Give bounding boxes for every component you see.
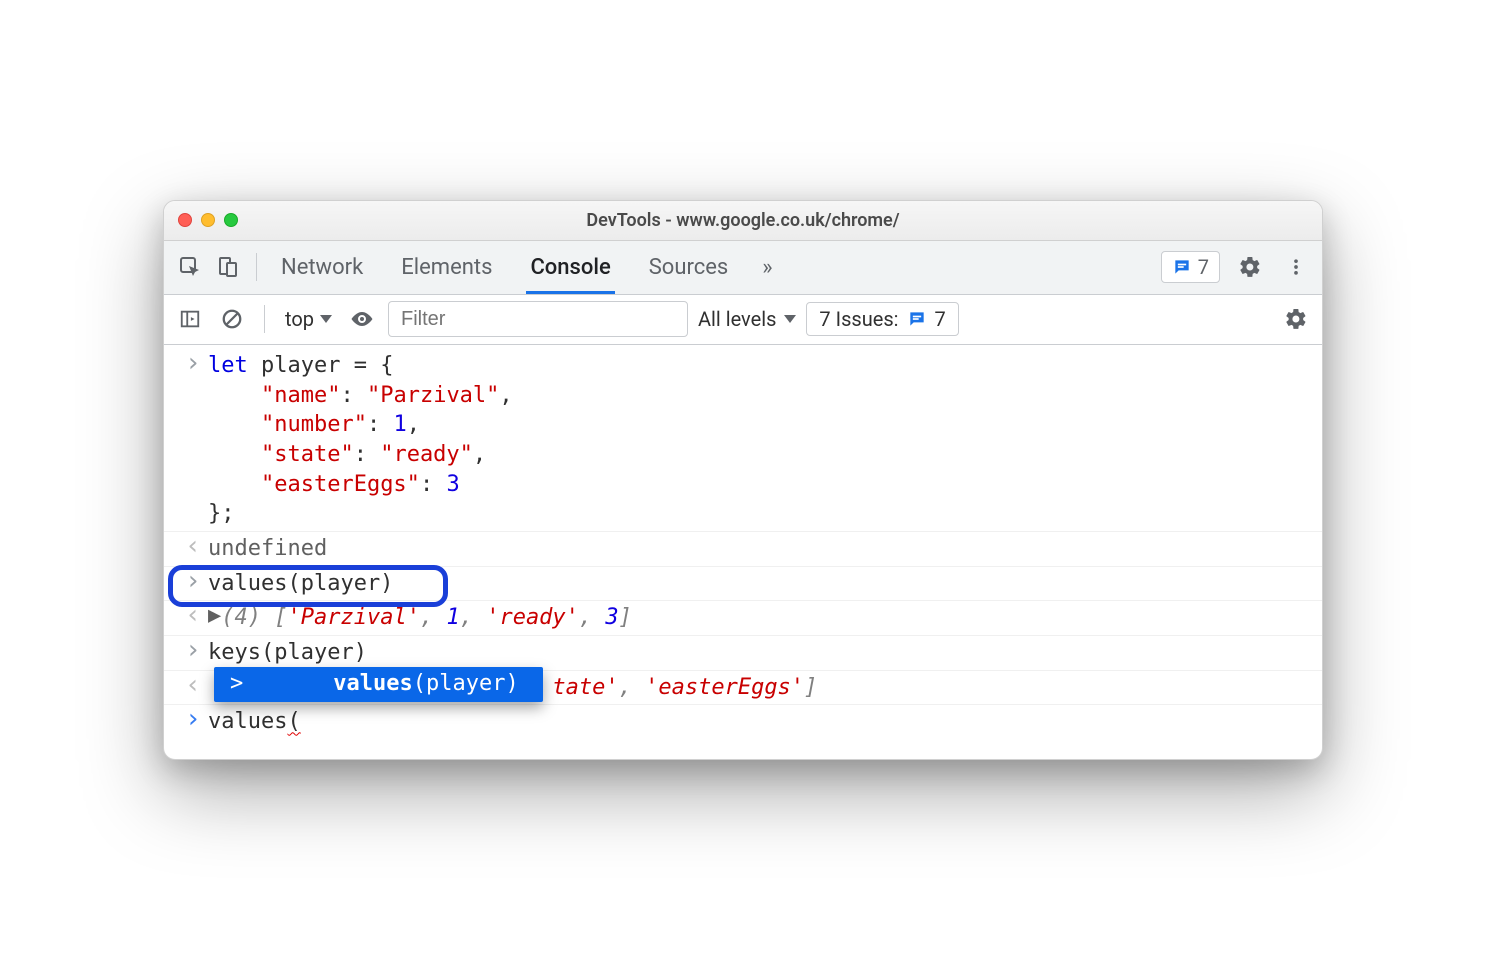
undefined-result: undefined (208, 534, 1312, 564)
tab-sources[interactable]: Sources (645, 241, 733, 294)
console-output-row[interactable]: ▶(4) ['Parzival', 1, 'ready', 3] (164, 600, 1322, 635)
log-levels-selector[interactable]: All levels (698, 307, 796, 331)
context-label: top (285, 307, 314, 331)
current-input[interactable]: values( (208, 707, 1312, 737)
clear-console-icon[interactable] (216, 303, 248, 335)
console-live-input-row[interactable]: values( (164, 704, 1322, 739)
autocomplete-suggestion: values(player) (333, 669, 518, 699)
chat-icon (1172, 257, 1192, 277)
close-window-button[interactable] (178, 213, 192, 227)
expand-triangle-icon[interactable]: ▶ (208, 601, 221, 631)
issues-count: 7 (935, 307, 946, 331)
console-input-row[interactable]: let player = { "name": "Parzival", "numb… (164, 345, 1322, 531)
chevron-down-icon (320, 315, 332, 323)
messages-badge[interactable]: 7 (1161, 251, 1220, 283)
console-input-row[interactable]: keys(player) (164, 635, 1322, 670)
console-output-row: undefined (164, 531, 1322, 566)
autocomplete-popup[interactable]: > values(player) (214, 667, 543, 703)
console-output-row[interactable]: ▶(4) ['name', 'number', 'state', 'easter… (164, 670, 1322, 705)
tab-console[interactable]: Console (526, 241, 614, 294)
console-input-row[interactable]: values(player) (164, 566, 1322, 601)
separator (264, 305, 265, 333)
title-bar: DevTools - www.google.co.uk/chrome/ (164, 201, 1322, 241)
input-prompt-icon (178, 638, 208, 668)
minimize-window-button[interactable] (201, 213, 215, 227)
show-console-sidebar-icon[interactable] (174, 303, 206, 335)
output-prompt-icon (178, 673, 208, 703)
autocomplete-prompt: > (230, 669, 243, 699)
chat-icon (907, 309, 927, 329)
main-tab-bar: Network Elements Console Sources » 7 (164, 241, 1322, 295)
traffic-lights (178, 213, 238, 227)
tab-elements[interactable]: Elements (397, 241, 496, 294)
console-toolbar: top All levels 7 Issues: 7 (164, 295, 1322, 345)
devtools-window: DevTools - www.google.co.uk/chrome/ Netw… (163, 200, 1323, 760)
output-prompt-icon (178, 603, 208, 633)
window-title: DevTools - www.google.co.uk/chrome/ (178, 210, 1308, 231)
issues-button[interactable]: 7 Issues: 7 (806, 302, 958, 336)
code-line: values(player) (208, 569, 1312, 599)
console-output: let player = { "name": "Parzival", "numb… (164, 345, 1322, 759)
console-settings-icon[interactable] (1280, 303, 1312, 335)
issues-label: 7 Issues: (819, 307, 898, 331)
code-block: let player = { "name": "Parzival", "numb… (208, 351, 1312, 529)
panel-tabs: Network Elements Console Sources » (277, 241, 1155, 294)
device-toggle-icon[interactable] (212, 251, 244, 283)
settings-icon[interactable] (1234, 251, 1266, 283)
live-expression-icon[interactable] (346, 303, 378, 335)
chevron-down-icon (784, 315, 796, 323)
filter-input[interactable] (388, 301, 688, 337)
array-result: ▶(4) ['Parzival', 1, 'ready', 3] (208, 603, 1312, 633)
code-line: keys(player) (208, 638, 1312, 668)
output-prompt-icon (178, 534, 208, 564)
messages-count: 7 (1198, 255, 1209, 279)
tab-network[interactable]: Network (277, 241, 367, 294)
inspect-element-icon[interactable] (174, 251, 206, 283)
input-prompt-icon (178, 707, 208, 737)
execution-context-selector[interactable]: top (281, 307, 336, 331)
kebab-menu-icon[interactable] (1280, 251, 1312, 283)
input-prompt-icon (178, 351, 208, 529)
levels-label: All levels (698, 307, 776, 331)
input-prompt-icon (178, 569, 208, 599)
separator (256, 253, 257, 281)
tabbar-right-tools: 7 (1161, 251, 1312, 283)
more-tabs-button[interactable]: » (762, 255, 772, 280)
maximize-window-button[interactable] (224, 213, 238, 227)
